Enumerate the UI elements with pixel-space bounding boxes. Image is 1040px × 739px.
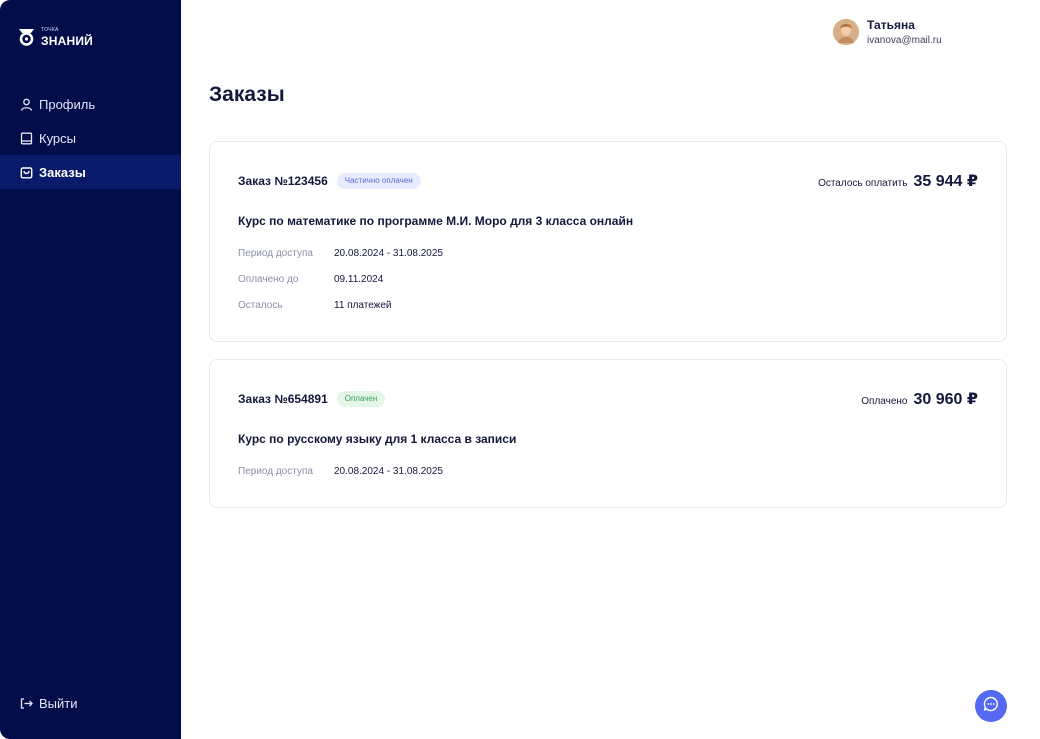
user-profile[interactable]: Татьяна ivanova@mail.ru: [833, 18, 942, 46]
order-amount: 35 944 ₽: [913, 173, 978, 190]
page-title: Заказы: [209, 83, 285, 106]
sidebar-item-courses[interactable]: Курсы: [0, 121, 181, 155]
user-email: ivanova@mail.ru: [867, 35, 942, 46]
book-icon: [20, 132, 33, 145]
sidebar-item-label: Курсы: [39, 130, 77, 146]
sidebar-item-label: Профиль: [39, 96, 96, 112]
sidebar: ТОЧКА ЗНАНИЙ Профиль Курсы Заказы Выйти: [0, 0, 181, 739]
detail-row: Оплачено до 09.11.2024: [238, 274, 383, 285]
sidebar-item-profile[interactable]: Профиль: [0, 87, 181, 121]
detail-value: 20.08.2024 - 31.08.2025: [334, 466, 443, 477]
order-number: Заказ №123456: [238, 174, 328, 188]
sidebar-nav: Профиль Курсы Заказы: [0, 87, 181, 189]
detail-key: Период доступа: [238, 466, 313, 477]
detail-row: Осталось 11 платежей: [238, 300, 392, 311]
order-card[interactable]: Заказ №123456 Частично оплачен Осталось …: [209, 141, 1007, 342]
detail-key: Период доступа: [238, 248, 313, 259]
brand-logo[interactable]: ТОЧКА ЗНАНИЙ: [18, 27, 93, 47]
user-icon: [20, 98, 33, 111]
logout-label: Выйти: [39, 696, 78, 711]
logo-icon: [19, 29, 34, 46]
brand-small: ТОЧКА: [41, 26, 59, 33]
order-number: Заказ №654891: [238, 392, 328, 406]
detail-value: 09.11.2024: [334, 274, 384, 285]
avatar: [833, 19, 859, 45]
amount-label: Осталось оплатить: [818, 178, 908, 189]
detail-key: Осталось: [238, 300, 283, 311]
status-badge: Оплачен: [336, 391, 386, 407]
sidebar-item-orders[interactable]: Заказы: [0, 155, 181, 189]
sidebar-item-label: Заказы: [39, 164, 86, 180]
detail-row: Период доступа 20.08.2024 - 31.08.2025: [238, 466, 443, 477]
brand-big: ЗНАНИЙ: [41, 33, 93, 48]
user-name: Татьяна: [867, 18, 915, 32]
course-title: Курс по математике по программе М.И. Мор…: [238, 214, 634, 228]
detail-row: Период доступа 20.08.2024 - 31.08.2025: [238, 248, 443, 259]
shopping-bag-icon: [20, 166, 33, 179]
status-badge: Частично оплачен: [336, 173, 421, 189]
detail-key: Оплачено до: [238, 274, 299, 285]
chat-icon: [983, 696, 999, 717]
amount-label: Оплачено: [861, 396, 908, 407]
detail-value: 11 платежей: [334, 300, 392, 311]
course-title: Курс по русскому языку для 1 класса в за…: [238, 432, 517, 446]
order-card[interactable]: Заказ №654891 Оплачен Оплачено 30 960 ₽ …: [209, 359, 1007, 508]
chat-button[interactable]: [975, 690, 1007, 722]
order-amount: 30 960 ₽: [913, 391, 978, 408]
detail-value: 20.08.2024 - 31.08.2025: [334, 248, 443, 259]
logout-icon: [20, 697, 33, 710]
logout-button[interactable]: Выйти: [20, 696, 78, 711]
